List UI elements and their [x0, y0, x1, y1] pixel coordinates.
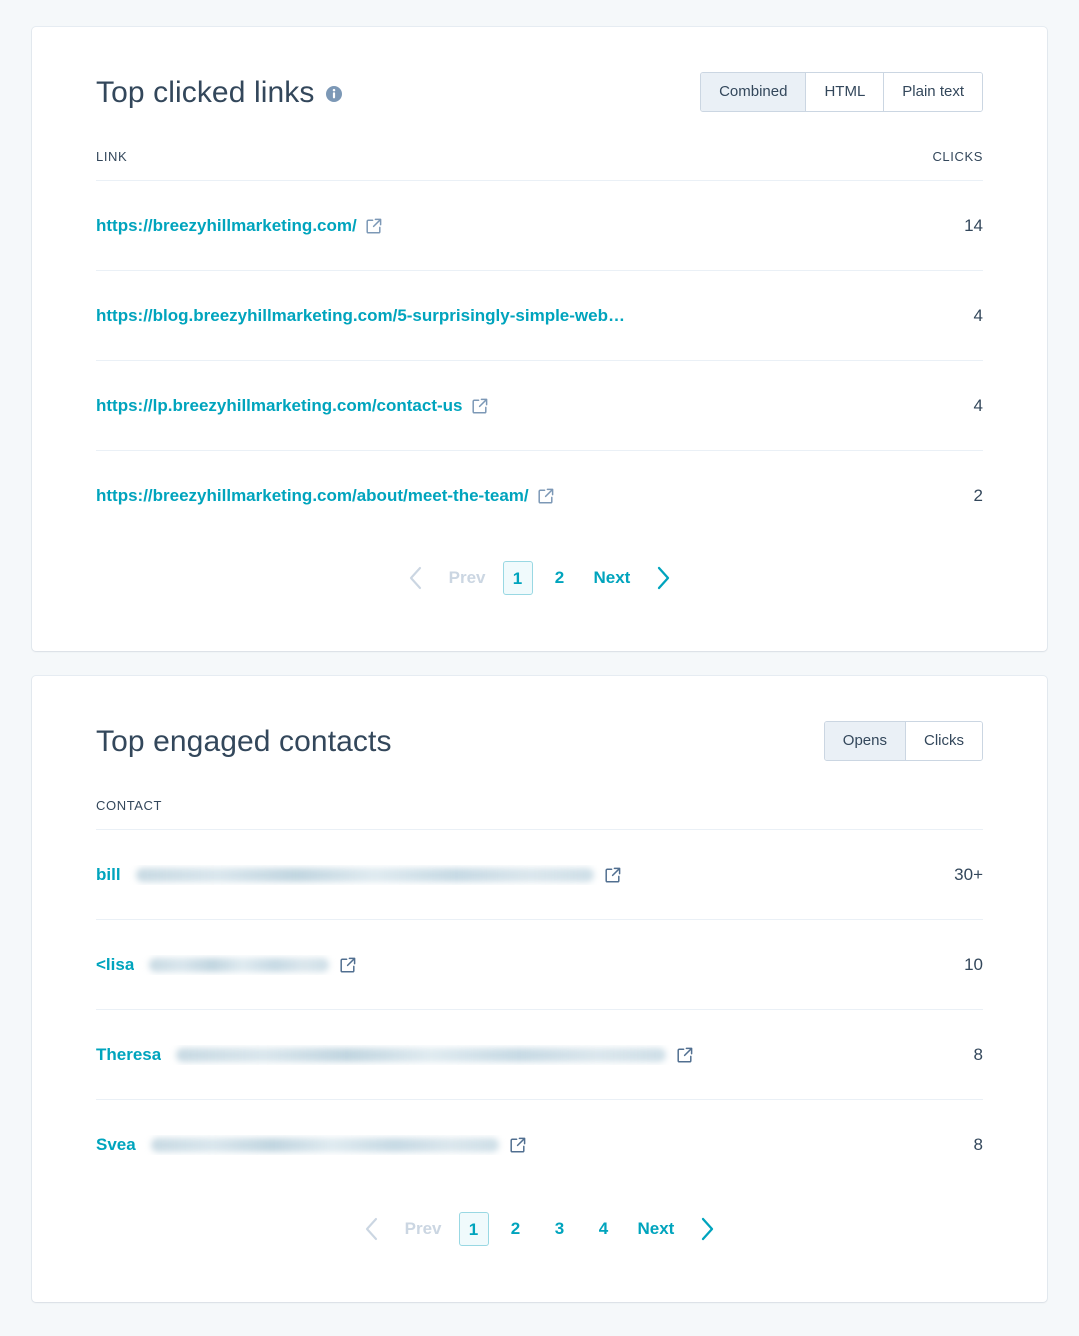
external-link-icon[interactable] — [340, 957, 356, 973]
external-link-icon[interactable] — [677, 1047, 693, 1063]
contact-cell: Svea — [96, 1135, 526, 1155]
external-link-icon[interactable] — [366, 218, 382, 234]
link-url[interactable]: https://lp.breezyhillmarketing.com/conta… — [96, 396, 463, 416]
clicks-value: 4 — [973, 395, 983, 415]
pagination-prev[interactable]: Prev — [393, 1219, 454, 1239]
table-row: bill 30+ — [96, 830, 983, 920]
redacted-email — [176, 1047, 667, 1062]
link-cell: https://breezyhillmarketing.com/about/me… — [96, 486, 554, 506]
pagination-page-1[interactable]: 1 — [502, 561, 533, 595]
top-engaged-contacts-card: Top engaged contacts Opens Clicks CONTAC… — [32, 676, 1047, 1302]
links-card-header: Top clicked links Combined HTML Plain te… — [96, 27, 983, 112]
pagination-page-4[interactable]: 4 — [582, 1212, 626, 1246]
pagination-page-3[interactable]: 3 — [538, 1212, 582, 1246]
table-row: https://lp.breezyhillmarketing.com/conta… — [96, 361, 983, 451]
contact-name[interactable]: Theresa — [96, 1045, 161, 1065]
column-header-clicks: CLICKS — [932, 149, 983, 164]
link-cell: https://blog.breezyhillmarketing.com/5-s… — [96, 306, 625, 326]
chevron-left-icon[interactable] — [395, 557, 437, 599]
external-link-icon[interactable] — [510, 1137, 526, 1153]
link-url[interactable]: https://blog.breezyhillmarketing.com/5-s… — [96, 306, 625, 326]
toggle-html[interactable]: HTML — [805, 73, 884, 111]
chevron-right-icon[interactable] — [642, 557, 684, 599]
redacted-email — [150, 1137, 499, 1152]
engagement-value: 10 — [964, 954, 983, 974]
contacts-table-header-row: CONTACT — [96, 798, 983, 830]
table-row: https://breezyhillmarketing.com/about/me… — [96, 451, 983, 540]
links-pagination: Prev 1 2 Next — [96, 557, 983, 651]
external-link-icon[interactable] — [538, 488, 554, 504]
column-header-contact: CONTACT — [96, 798, 163, 813]
link-cell: https://lp.breezyhillmarketing.com/conta… — [96, 396, 488, 416]
link-url[interactable]: https://breezyhillmarketing.com/about/me… — [96, 486, 529, 506]
redacted-email — [149, 957, 330, 972]
table-row: https://breezyhillmarketing.com/ 14 — [96, 181, 983, 271]
table-row: Svea 8 — [96, 1100, 983, 1189]
table-row: https://blog.breezyhillmarketing.com/5-s… — [96, 271, 983, 361]
links-table: LINK CLICKS https://breezyhillmarketing.… — [96, 149, 983, 540]
engagement-value: 30+ — [954, 864, 983, 884]
contacts-table: CONTACT bill 30+ <lisa 10 Theresa 8 Svea… — [96, 798, 983, 1189]
chevron-left-icon[interactable] — [351, 1208, 393, 1250]
toggle-opens[interactable]: Opens — [824, 722, 905, 760]
table-row: Theresa 8 — [96, 1010, 983, 1100]
contact-name[interactable]: <lisa — [96, 955, 134, 975]
column-header-link: LINK — [96, 149, 128, 164]
clicks-value: 14 — [964, 215, 983, 235]
link-url[interactable]: https://breezyhillmarketing.com/ — [96, 216, 357, 236]
page-title: Top clicked links — [96, 75, 315, 109]
redacted-email — [135, 867, 594, 882]
links-table-header-row: LINK CLICKS — [96, 149, 983, 181]
toggle-plain-text[interactable]: Plain text — [883, 73, 982, 111]
engagement-value: 8 — [973, 1134, 983, 1154]
clicks-value: 4 — [973, 305, 983, 325]
engagement-value: 8 — [973, 1044, 983, 1064]
contact-name[interactable]: bill — [96, 865, 121, 885]
pagination-prev[interactable]: Prev — [437, 568, 498, 588]
contacts-pagination: Prev 1 2 3 4 Next — [96, 1208, 983, 1302]
pagination-next[interactable]: Next — [582, 568, 643, 588]
external-link-icon[interactable] — [471, 398, 488, 414]
chevron-right-icon[interactable] — [686, 1208, 728, 1250]
pagination-next[interactable]: Next — [626, 1219, 687, 1239]
contact-cell: Theresa — [96, 1045, 693, 1065]
top-clicked-links-card: Top clicked links Combined HTML Plain te… — [32, 27, 1047, 651]
contacts-card-header: Top engaged contacts Opens Clicks — [96, 676, 983, 761]
contacts-view-toggle-group[interactable]: Opens Clicks — [823, 721, 983, 761]
external-link-icon[interactable] — [605, 867, 621, 883]
links-title-group: Top clicked links — [96, 76, 343, 109]
contact-name[interactable]: Svea — [96, 1135, 136, 1155]
links-view-toggle-group[interactable]: Combined HTML Plain text — [700, 72, 983, 112]
pagination-page-2[interactable]: 2 — [494, 1212, 538, 1246]
page-title: Top engaged contacts — [96, 724, 392, 758]
clicks-value: 2 — [973, 485, 983, 505]
toggle-clicks[interactable]: Clicks — [905, 722, 982, 760]
toggle-combined[interactable]: Combined — [701, 73, 806, 111]
contact-cell: <lisa — [96, 955, 356, 975]
info-circle-icon[interactable] — [325, 85, 343, 103]
pagination-page-2[interactable]: 2 — [538, 561, 582, 595]
pagination-page-1[interactable]: 1 — [458, 1212, 489, 1246]
contact-cell: bill — [96, 865, 621, 885]
link-cell: https://breezyhillmarketing.com/ — [96, 216, 382, 236]
analytics-page: Top clicked links Combined HTML Plain te… — [0, 0, 1079, 1336]
contacts-title-group: Top engaged contacts — [96, 725, 392, 758]
table-row: <lisa 10 — [96, 920, 983, 1010]
